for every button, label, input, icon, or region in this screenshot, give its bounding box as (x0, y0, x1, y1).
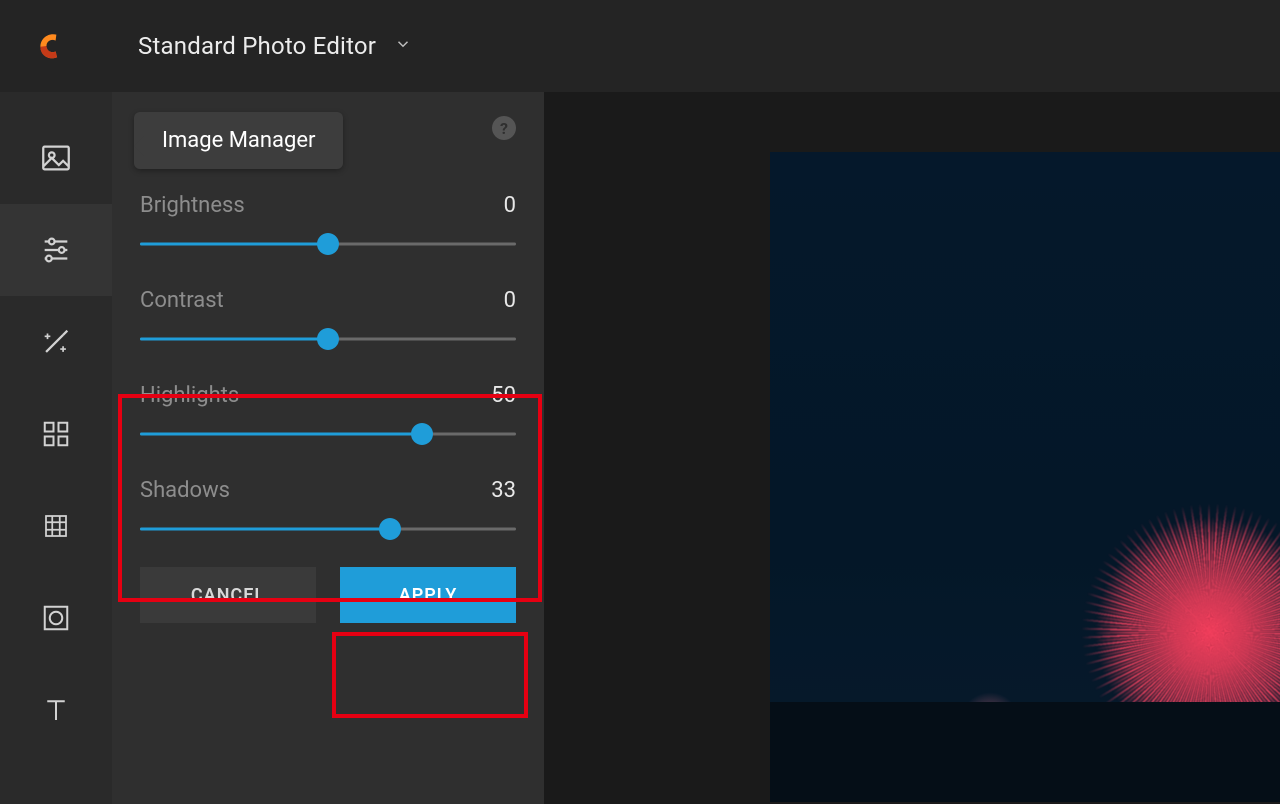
slider-label: Shadows (140, 478, 230, 503)
tool-rail (0, 92, 112, 804)
apply-label: APPLY (399, 585, 458, 606)
adjust-panel: Image Manager ? Brightness 0 Contrast 0 (112, 92, 544, 804)
shadows-control: Shadows 33 (140, 478, 516, 539)
grid-tool[interactable] (0, 388, 112, 480)
slider-label: Brightness (140, 193, 245, 218)
shape-tool[interactable] (0, 572, 112, 664)
slider-label: Contrast (140, 288, 224, 313)
image-manager-tool[interactable] (0, 112, 112, 204)
image-preview[interactable] (770, 152, 1280, 802)
cancel-label: CANCEL (191, 585, 265, 606)
highlights-control: Highlights 50 (140, 383, 516, 444)
slider-value: 33 (491, 478, 516, 503)
effects-tool[interactable] (0, 296, 112, 388)
slider-value: 0 (504, 193, 516, 218)
slider-value: 0 (504, 288, 516, 313)
text-tool[interactable] (0, 664, 112, 756)
chevron-down-icon (394, 35, 412, 57)
slider-controls: Brightness 0 Contrast 0 Highlights (140, 193, 516, 539)
canvas-area (544, 92, 1280, 804)
cancel-button[interactable]: CANCEL (140, 567, 316, 623)
panel-tooltip-label: Image Manager (162, 128, 315, 153)
brightness-control: Brightness 0 (140, 193, 516, 254)
top-bar: Standard Photo Editor (0, 0, 1280, 92)
slider-label: Highlights (140, 383, 239, 408)
skyline-graphic (770, 662, 1280, 802)
adjust-tool[interactable] (0, 204, 112, 296)
panel-tooltip: Image Manager (134, 112, 343, 169)
contrast-control: Contrast 0 (140, 288, 516, 349)
shadows-slider[interactable] (140, 519, 516, 539)
main-area: Image Manager ? Brightness 0 Contrast 0 (0, 92, 1280, 804)
app-logo (28, 26, 68, 66)
brightness-slider[interactable] (140, 234, 516, 254)
slider-value: 50 (491, 383, 516, 408)
apply-button[interactable]: APPLY (340, 567, 516, 623)
mode-selector[interactable]: Standard Photo Editor (138, 32, 412, 60)
help-icon[interactable]: ? (492, 116, 516, 140)
highlights-slider[interactable] (140, 424, 516, 444)
app-title: Standard Photo Editor (138, 32, 376, 60)
contrast-slider[interactable] (140, 329, 516, 349)
help-glyph: ? (500, 119, 508, 138)
action-buttons: CANCEL APPLY (140, 567, 516, 623)
crop-tool[interactable] (0, 480, 112, 572)
